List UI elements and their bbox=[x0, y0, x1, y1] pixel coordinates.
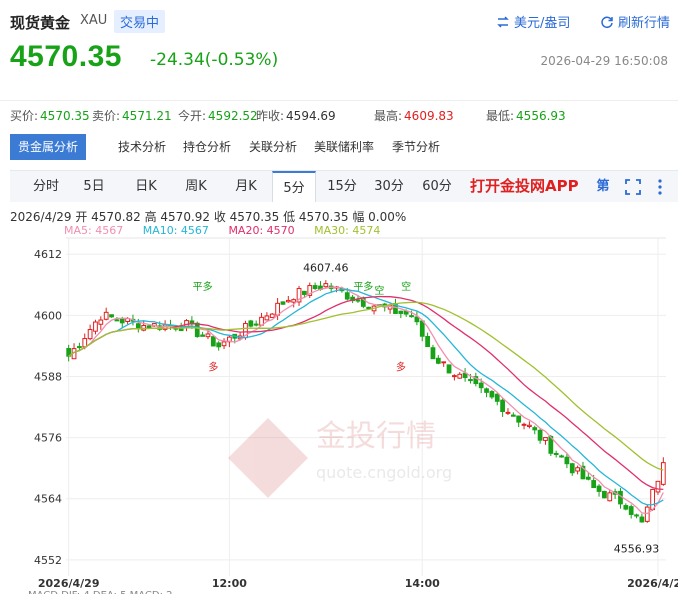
candle-body bbox=[596, 485, 602, 492]
candle-body bbox=[200, 334, 205, 337]
y-tick-label: 4600 bbox=[34, 309, 62, 322]
x-tick-label: 14:00 bbox=[405, 577, 440, 590]
candle-body bbox=[505, 411, 511, 414]
x-tick-label: 2026/4/29 bbox=[627, 577, 678, 590]
candle-body bbox=[409, 315, 414, 318]
candle-body bbox=[141, 325, 147, 331]
watermark-url: quote.cngold.org bbox=[316, 463, 452, 482]
signal-label: 多 bbox=[396, 360, 406, 373]
signal-label: 空 bbox=[401, 280, 411, 293]
candle-body bbox=[205, 333, 211, 338]
candle-body bbox=[441, 361, 447, 364]
candle-body bbox=[655, 480, 661, 493]
candlestick-chart[interactable]: 4612 4600 4588 4576 4564 4552 2026/4/29 12:00 14… bbox=[0, 0, 678, 594]
candle-body bbox=[82, 338, 88, 348]
candle-body bbox=[221, 341, 227, 347]
x-tick-label: 2026/4/29 bbox=[38, 577, 100, 590]
extreme-label: 4556.93 bbox=[614, 543, 660, 556]
candle-body bbox=[489, 391, 495, 398]
candle-body bbox=[253, 323, 259, 326]
candle-body bbox=[510, 414, 516, 417]
candle-body bbox=[109, 314, 114, 318]
candle-body bbox=[323, 283, 329, 288]
candle-body bbox=[119, 318, 125, 324]
candle-body bbox=[575, 467, 580, 472]
macd-legend: MACD DIF: 4 DEA: 5 MACD: 2 bbox=[28, 590, 173, 594]
candle-body bbox=[564, 456, 570, 465]
candle-body bbox=[87, 329, 93, 340]
candle-body bbox=[559, 455, 564, 458]
x-tick-label: 12:00 bbox=[212, 577, 247, 590]
y-tick-label: 4612 bbox=[34, 248, 62, 261]
candle-body bbox=[210, 336, 216, 347]
candle-body bbox=[93, 321, 98, 332]
candle-body bbox=[430, 347, 436, 360]
candle-body bbox=[285, 299, 291, 303]
candle-body bbox=[398, 310, 404, 314]
candle-body bbox=[419, 320, 425, 337]
candle-body bbox=[269, 313, 275, 318]
candle-body bbox=[280, 301, 286, 305]
candle-body bbox=[302, 290, 307, 295]
signal-label: 平多 bbox=[353, 280, 373, 293]
candle-body bbox=[468, 379, 473, 382]
candle-body bbox=[114, 319, 120, 322]
candle-body bbox=[312, 285, 318, 289]
candle-body bbox=[355, 299, 361, 302]
extreme-label: 4607.46 bbox=[303, 261, 349, 274]
candle-body bbox=[494, 393, 500, 402]
candle-body bbox=[650, 488, 655, 511]
candle-body bbox=[425, 335, 430, 348]
candle-body bbox=[644, 506, 650, 522]
y-tick-label: 4552 bbox=[34, 554, 62, 567]
candle-body bbox=[543, 437, 548, 441]
candle-body bbox=[484, 388, 489, 393]
candle-body bbox=[216, 342, 222, 348]
candle-body bbox=[639, 516, 645, 523]
signal-label: 多 bbox=[208, 360, 218, 373]
candle-body bbox=[628, 506, 634, 515]
candle-body bbox=[98, 319, 104, 325]
candle-body bbox=[291, 299, 297, 303]
watermark-brand: 金投行情 bbox=[316, 419, 436, 454]
candle-body bbox=[623, 505, 629, 510]
candle-body bbox=[537, 429, 543, 441]
candle-body bbox=[194, 322, 200, 338]
candle-body bbox=[527, 424, 532, 428]
y-tick-label: 4588 bbox=[34, 370, 62, 383]
watermark-logo-icon bbox=[228, 418, 308, 498]
candle-body bbox=[248, 320, 254, 327]
y-tick-label: 4576 bbox=[34, 432, 62, 445]
candle-body bbox=[602, 490, 607, 499]
candle-body bbox=[591, 480, 597, 489]
signal-label: 空 bbox=[374, 284, 384, 297]
candle-body bbox=[500, 399, 505, 412]
candle-body bbox=[607, 492, 613, 502]
candle-body bbox=[478, 382, 484, 389]
candle-body bbox=[532, 427, 538, 431]
candle-body bbox=[553, 452, 559, 455]
candle-body bbox=[585, 476, 591, 480]
candle-body bbox=[457, 373, 463, 379]
candle-body bbox=[660, 462, 666, 485]
watermark: 金投行情 quote.cngold.org bbox=[228, 418, 452, 498]
candle-body bbox=[366, 306, 372, 309]
candle-body bbox=[344, 292, 350, 300]
candle-body bbox=[103, 311, 109, 320]
candle-body bbox=[516, 415, 522, 423]
candle-body bbox=[264, 315, 270, 321]
candle-body bbox=[446, 364, 452, 374]
candle-body bbox=[521, 423, 527, 426]
candle-body bbox=[77, 346, 82, 349]
y-tick-label: 4564 bbox=[34, 493, 62, 506]
candle-body bbox=[634, 514, 639, 517]
candle-body bbox=[569, 463, 575, 474]
signal-label: 平多 bbox=[193, 280, 213, 293]
candle-body bbox=[435, 357, 441, 364]
candle-body bbox=[452, 375, 457, 378]
